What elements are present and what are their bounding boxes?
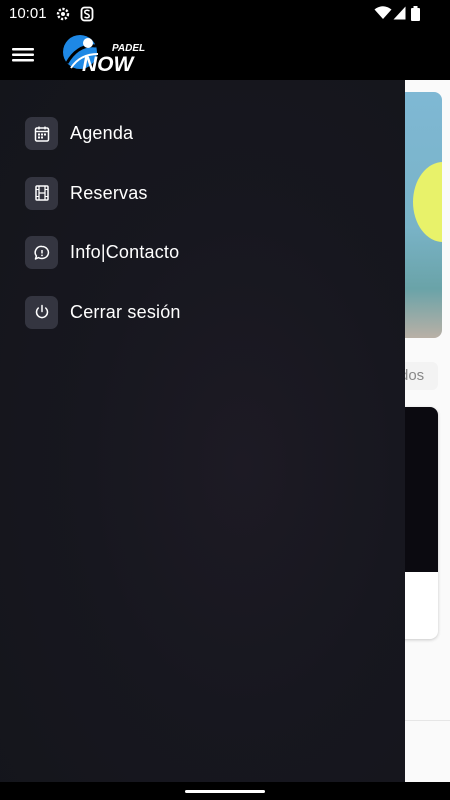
drawer-item-label: Reservas xyxy=(70,182,148,203)
hamburger-menu-icon[interactable] xyxy=(10,40,38,68)
drawer-item-info-contacto[interactable]: Info|Contacto xyxy=(0,223,405,283)
drawer-item-reservas[interactable]: Reservas xyxy=(0,164,405,224)
battery-icon xyxy=(411,6,420,26)
divider xyxy=(405,720,450,721)
gear-icon xyxy=(55,6,71,27)
film-strip-icon xyxy=(25,176,58,210)
s-notification-icon xyxy=(80,6,94,27)
app-bar: PADEL NOW xyxy=(0,28,450,80)
power-icon xyxy=(25,295,58,329)
padel-now-logo: PADEL NOW xyxy=(58,32,148,76)
drawer-item-agenda[interactable]: Agenda xyxy=(0,104,405,164)
status-time: 10:01 xyxy=(9,5,47,22)
system-nav-bar xyxy=(0,782,450,800)
logo-text-bottom: NOW xyxy=(82,53,136,76)
drawer-item-label: Agenda xyxy=(70,123,134,144)
wifi-icon xyxy=(374,6,392,25)
navigation-drawer: Agenda Reservas Info|Contacto Cerrar ses… xyxy=(0,80,405,782)
calendar-icon xyxy=(25,117,58,151)
home-gesture-handle[interactable] xyxy=(185,790,265,793)
tennis-ball-image xyxy=(413,162,442,242)
drawer-item-label: Cerrar sesión xyxy=(70,301,181,322)
signal-icon xyxy=(393,6,406,25)
chat-bubble-icon xyxy=(25,236,58,270)
drawer-item-cerrar-sesion[interactable]: Cerrar sesión xyxy=(0,283,405,343)
drawer-menu: Agenda Reservas Info|Contacto Cerrar ses… xyxy=(0,104,405,342)
status-bar: 10:01 xyxy=(0,0,450,28)
drawer-item-label: Info|Contacto xyxy=(70,242,180,263)
